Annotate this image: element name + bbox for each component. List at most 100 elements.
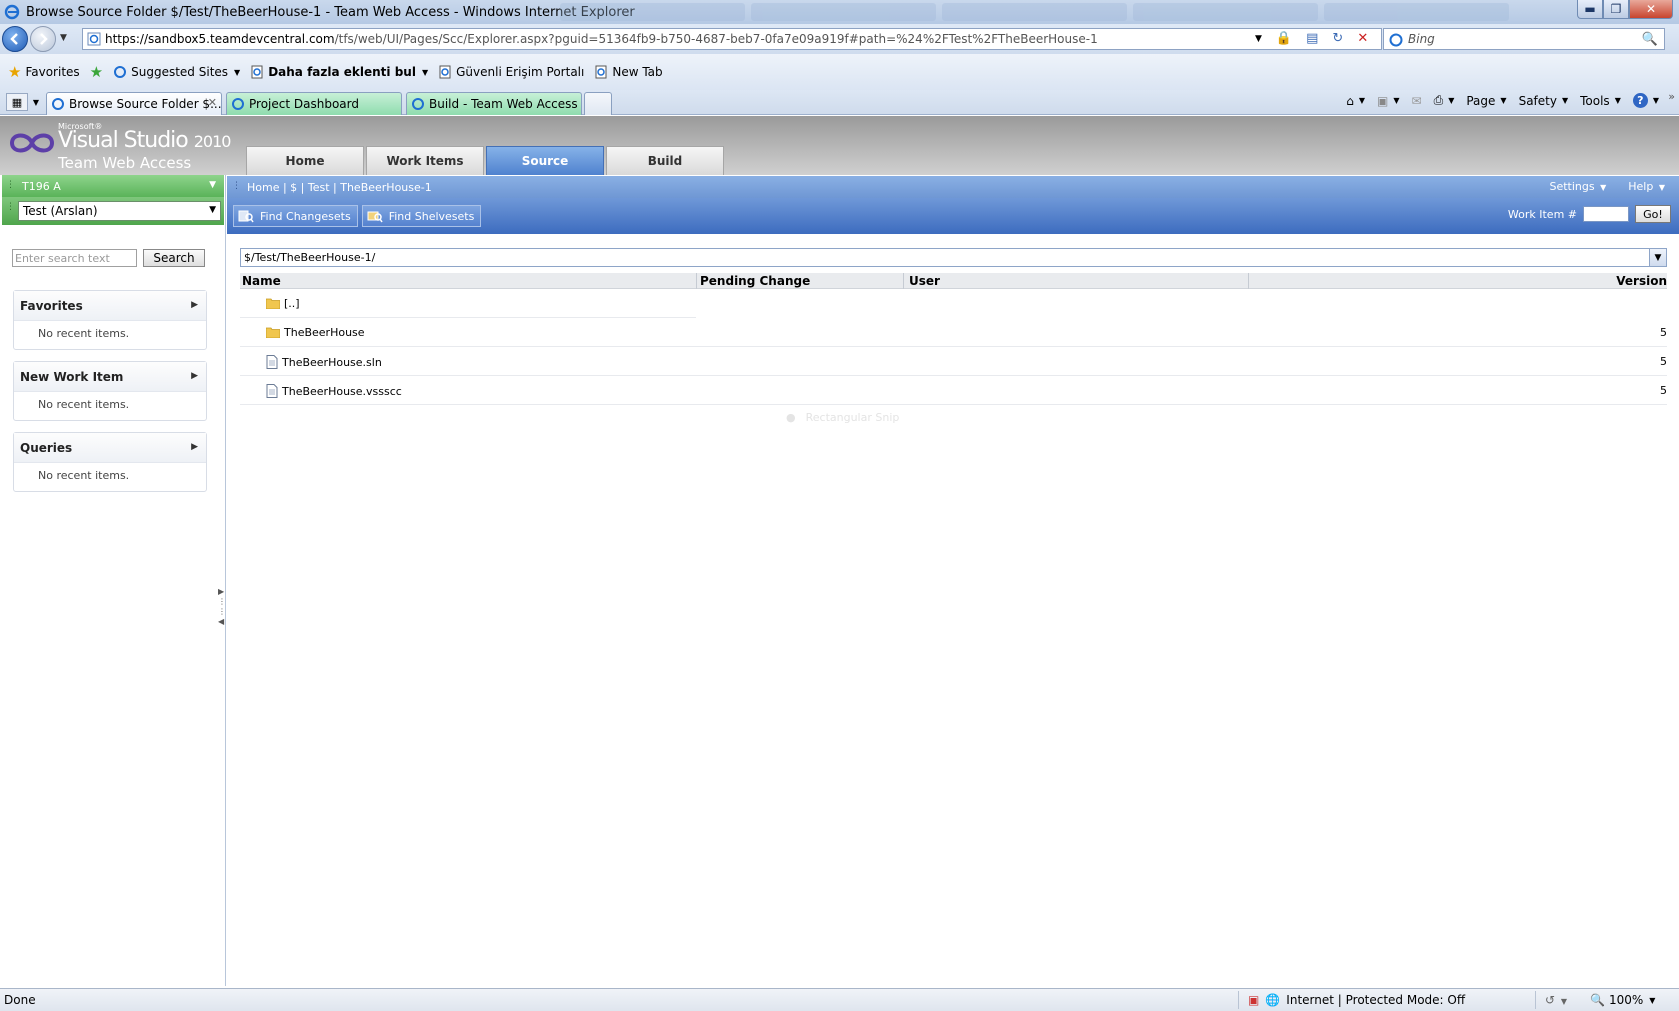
row-name-label[interactable]: TheBeerHouse.vssscc bbox=[282, 385, 402, 398]
add-to-favorites-bar-button[interactable]: ★ bbox=[90, 63, 103, 81]
back-button[interactable] bbox=[2, 26, 28, 52]
quick-tabs-icon[interactable]: ▦ bbox=[6, 93, 28, 111]
fav-item-label: New Tab bbox=[612, 65, 663, 79]
more-commands-icon[interactable]: » bbox=[1668, 90, 1675, 103]
close-tab-icon[interactable]: ✕ bbox=[208, 96, 217, 109]
new-tab-button[interactable] bbox=[584, 92, 612, 115]
project-name: Test (Arslan) bbox=[23, 204, 98, 218]
breadcrumb-bar: ⋮ Home | $ | Test | TheBeerHouse-1 Setti… bbox=[227, 176, 1679, 198]
address-row: ▼ https://sandbox5.teamdevcentral.com/tf… bbox=[0, 24, 1679, 54]
column-pending-change[interactable]: Pending Change bbox=[700, 274, 810, 288]
compatibility-view-icon[interactable]: ▤ bbox=[1306, 31, 1318, 47]
infinity-logo-icon bbox=[9, 133, 55, 153]
row-name-label[interactable]: [..] bbox=[284, 297, 300, 310]
address-dropdown-icon[interactable]: ▼ bbox=[1255, 31, 1262, 47]
panel-body: No recent items. bbox=[38, 398, 130, 411]
search-box[interactable]: Bing 🔍 bbox=[1383, 28, 1665, 50]
favorites-panel-header[interactable]: Favorites ▶ bbox=[14, 291, 206, 321]
settings-menu[interactable]: Settings ▼ bbox=[1549, 180, 1606, 193]
table-row[interactable]: TheBeerHouse.vssscc 5 bbox=[240, 376, 1667, 405]
address-bar[interactable]: https://sandbox5.teamdevcentral.com/tfs/… bbox=[82, 28, 1382, 50]
project-row: ⋮ Test (Arslan) ▼ bbox=[2, 197, 224, 225]
tab-home[interactable]: Home bbox=[246, 146, 364, 175]
vs-name: Visual Studio bbox=[58, 128, 189, 153]
page-icon bbox=[87, 32, 101, 46]
back-arrow-icon bbox=[10, 33, 18, 45]
row-name-label[interactable]: TheBeerHouse.sln bbox=[282, 356, 382, 369]
address-host: https://sandbox5.teamdevcentral.com bbox=[105, 32, 335, 46]
path-dropdown-icon[interactable]: ▼ bbox=[1649, 249, 1666, 266]
find-changesets-icon bbox=[238, 210, 254, 223]
close-window-button[interactable]: ✕ bbox=[1629, 0, 1673, 19]
tools-menu[interactable]: Tools ▼ bbox=[1580, 94, 1621, 108]
table-row[interactable]: [..] bbox=[240, 289, 696, 318]
team-web-access-label: Team Web Access bbox=[58, 154, 192, 172]
path-selector[interactable]: $/Test/TheBeerHouse-1/ ▼ bbox=[240, 248, 1667, 267]
minimize-button[interactable]: ▬ bbox=[1577, 0, 1603, 19]
help-link[interactable]: Help ▼ bbox=[1628, 180, 1665, 193]
tab-build[interactable]: Build bbox=[606, 146, 724, 175]
tab-list-icon[interactable]: ▼ bbox=[30, 93, 42, 111]
stop-icon[interactable]: ✕ bbox=[1357, 31, 1368, 47]
new-work-item-panel-header[interactable]: New Work Item ▶ bbox=[14, 362, 206, 392]
fav-secure-portal[interactable]: Güvenli Erişim Portalı bbox=[438, 65, 584, 79]
window-title: Browse Source Folder $/Test/TheBeerHouse… bbox=[26, 4, 635, 20]
grip-icon: ⋮ bbox=[6, 202, 15, 212]
queries-panel-header[interactable]: Queries ▶ bbox=[14, 433, 206, 463]
fav-new-tab[interactable]: New Tab bbox=[594, 65, 663, 79]
table-row[interactable]: TheBeerHouse.sln 5 bbox=[240, 347, 1667, 376]
recent-pages-dropdown-icon[interactable]: ▼ bbox=[60, 33, 67, 43]
tab-source[interactable]: Source bbox=[486, 146, 604, 175]
maximize-button[interactable]: ❐ bbox=[1603, 0, 1629, 19]
go-button[interactable]: Go! bbox=[1635, 205, 1671, 223]
safety-menu[interactable]: Safety ▼ bbox=[1519, 94, 1569, 108]
pane-splitter[interactable]: ▶ ⋮ ⋮ ◀ bbox=[218, 587, 226, 632]
project-select[interactable]: Test (Arslan) ▼ bbox=[18, 201, 221, 221]
browser-tab-build[interactable]: Build - Team Web Access bbox=[406, 92, 582, 115]
column-version[interactable]: Version bbox=[1616, 274, 1667, 288]
refresh-icon[interactable]: ↻ bbox=[1332, 31, 1343, 47]
collection-selector[interactable]: ⋮ T196 A ▼ bbox=[2, 175, 224, 197]
chevron-down-icon: ▼ bbox=[209, 180, 216, 190]
window-title-bar: Browse Source Folder $/Test/TheBeerHouse… bbox=[0, 0, 1679, 24]
table-row[interactable]: TheBeerHouse 5 bbox=[240, 318, 1667, 347]
home-button[interactable]: ⌂ ▼ bbox=[1346, 94, 1365, 108]
search-icon[interactable]: 🔍 bbox=[1642, 32, 1658, 47]
lock-icon[interactable]: 🔒 bbox=[1276, 31, 1292, 47]
page-settings-icon[interactable]: ↺ ▼ bbox=[1545, 993, 1567, 1007]
help-menu[interactable]: ? ▼ bbox=[1632, 93, 1659, 108]
mail-button[interactable]: ✉ bbox=[1412, 94, 1422, 108]
home-icon: ⌂ bbox=[1346, 93, 1354, 108]
work-item-input[interactable] bbox=[1583, 206, 1629, 222]
column-user[interactable]: User bbox=[909, 274, 940, 288]
zoom-control[interactable]: 🔍 100% ▼ bbox=[1590, 993, 1655, 1007]
browser-tab-project-dashboard[interactable]: Project Dashboard bbox=[226, 92, 402, 115]
new-work-item-panel: New Work Item ▶ No recent items. bbox=[13, 361, 207, 421]
left-search-input[interactable]: Enter search text bbox=[12, 249, 137, 267]
status-divider bbox=[1535, 991, 1536, 1009]
left-search-button[interactable]: Search bbox=[143, 249, 205, 267]
tab-work-items[interactable]: Work Items bbox=[366, 146, 484, 175]
row-name-label[interactable]: TheBeerHouse bbox=[284, 326, 365, 339]
dropdown-icon: ▼ bbox=[1358, 96, 1366, 105]
page-menu[interactable]: Page ▼ bbox=[1466, 94, 1506, 108]
fav-more-addons[interactable]: Daha fazla eklenti bul ▼ bbox=[250, 65, 428, 79]
feeds-button[interactable]: ▣ ▼ bbox=[1377, 94, 1400, 108]
security-zone[interactable]: ▣ 🌐 Internet | Protected Mode: Off bbox=[1248, 993, 1465, 1007]
panel-title: New Work Item bbox=[20, 369, 124, 384]
column-name[interactable]: Name bbox=[242, 274, 281, 288]
status-divider bbox=[1238, 991, 1239, 1009]
main-tabs: Home Work Items Source Build bbox=[246, 146, 724, 175]
vs-version: 2010 bbox=[193, 132, 232, 151]
chevron-right-icon: ▶ bbox=[191, 371, 198, 381]
print-button[interactable]: ⎙ ▼ bbox=[1434, 93, 1455, 108]
find-changesets-button[interactable]: Find Changesets bbox=[233, 205, 358, 227]
favorites-button[interactable]: ★ Favorites bbox=[8, 63, 80, 81]
fav-suggested-sites[interactable]: Suggested Sites ▼ bbox=[113, 65, 240, 79]
ghost-snip-label: Rectangular Snip bbox=[805, 410, 900, 424]
forward-button[interactable] bbox=[30, 26, 56, 52]
dropdown-icon: ▼ bbox=[234, 67, 241, 77]
breadcrumb[interactable]: Home | $ | Test | TheBeerHouse-1 bbox=[247, 181, 432, 194]
find-shelvesets-button[interactable]: Find Shelvesets bbox=[361, 205, 482, 227]
browser-tab-browse-source[interactable]: Browse Source Folder $... ✕ bbox=[46, 92, 222, 115]
